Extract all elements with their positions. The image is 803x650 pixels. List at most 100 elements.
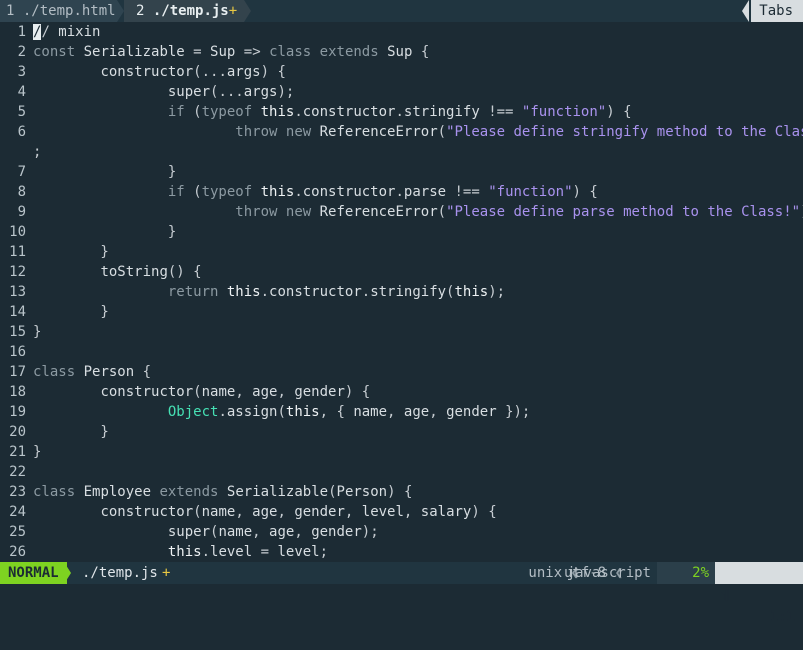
code-line[interactable]: 22 — [0, 462, 803, 482]
code-line[interactable]: 14 } — [0, 302, 803, 322]
code-line[interactable]: 9 throw new ReferenceError("Please defin… — [0, 202, 803, 222]
line-number: 10 — [9, 224, 26, 240]
code-text: } — [33, 324, 42, 340]
line-number: 15 — [9, 324, 26, 340]
editor-buffer[interactable]: 1 // mixin 2 const Serializable = Sup => cl… — [0, 22, 803, 562]
line-number: 12 — [9, 264, 26, 280]
code-line[interactable]: ; — [0, 142, 803, 162]
statusline: NORMAL ./temp.js + unix ❮ utf-8 ❮ javasc… — [0, 562, 803, 625]
code-text: if (typeof this.constructor.stringify !=… — [167, 104, 632, 120]
cursor-position: 1:1 — [769, 609, 795, 625]
tabs-label-separator — [742, 0, 749, 22]
code-text: } — [33, 224, 177, 240]
line-number: 13 — [9, 284, 26, 300]
code-text: // mixin — [33, 24, 101, 40]
line-number: 5 — [17, 104, 26, 120]
mode-separator — [64, 562, 71, 584]
code-text: class Person { — [33, 364, 152, 380]
line-number: 3 — [17, 64, 26, 80]
status-percent: 2% — [657, 562, 715, 584]
tabs-label: Tabs — [751, 0, 803, 22]
code-line[interactable]: 12 toString() { — [0, 262, 803, 282]
tab-temp-html[interactable]: 1 ./temp.html — [0, 0, 117, 22]
tab-filename: ./temp.js — [152, 3, 229, 19]
line-number: 22 — [9, 464, 26, 480]
code-text: toString() { — [100, 264, 202, 280]
status-position-box: ¶ 1:1 — [715, 562, 803, 625]
code-text: throw new ReferenceError("Please define … — [235, 204, 803, 220]
code-text: } — [33, 444, 42, 460]
code-line[interactable]: 6 throw new ReferenceError("Please defin… — [0, 122, 803, 142]
line-number: 1 — [17, 24, 26, 40]
line-number: 26 — [9, 544, 26, 560]
code-line[interactable]: 23 class Employee extends Serializable(Pe… — [0, 482, 803, 502]
code-line[interactable]: 2 const Serializable = Sup => class exten… — [0, 42, 803, 62]
code-line[interactable]: 17 class Person { — [0, 362, 803, 382]
code-line[interactable]: 10 } — [0, 222, 803, 242]
status-modified-indicator: + — [162, 565, 171, 581]
code-line[interactable]: 15} — [0, 322, 803, 342]
code-text: super(...args); — [167, 84, 295, 100]
code-text: super(name, age, gender); — [167, 524, 379, 540]
line-number: 4 — [17, 84, 26, 100]
code-text: ; — [33, 144, 42, 160]
code-line[interactable]: 3 constructor(...args) { — [0, 62, 803, 82]
line-number: 20 — [9, 424, 26, 440]
line-number: 17 — [9, 364, 26, 380]
status-filename: ./temp.js — [82, 565, 158, 581]
mode-indicator: NORMAL — [0, 562, 67, 584]
code-line[interactable]: 21} — [0, 442, 803, 462]
line-number: 9 — [17, 204, 26, 220]
code-line[interactable]: 11 } — [0, 242, 803, 262]
text-cursor: / — [33, 24, 42, 40]
line-number: 14 — [9, 304, 26, 320]
fileformat-label: unix — [528, 565, 563, 581]
line-number: 24 — [9, 504, 26, 520]
tab-separator — [117, 0, 124, 22]
line-number: 21 — [9, 444, 26, 460]
code-text: } — [33, 164, 177, 180]
code-line[interactable]: 13 return this.constructor.stringify(thi… — [0, 282, 803, 302]
code-text: } — [33, 424, 109, 440]
code-line[interactable]: 24 constructor(name, age, gender, level,… — [0, 502, 803, 522]
tab-filename: ./temp.html — [22, 3, 116, 19]
code-line[interactable]: 25 super(name, age, gender); — [0, 522, 803, 542]
code-line[interactable]: 4 super(...args); — [0, 82, 803, 102]
code-line[interactable]: 8 if (typeof this.constructor.parse !== … — [0, 182, 803, 202]
tab-number: 2 — [136, 3, 145, 19]
code-text: constructor(...args) { — [100, 64, 286, 80]
line-number-icon: ¶ — [721, 587, 730, 603]
tab-number: 1 — [6, 3, 15, 19]
line-number: 18 — [9, 384, 26, 400]
line-number: 19 — [9, 404, 26, 420]
line-number: 6 — [17, 124, 26, 140]
code-line[interactable]: 19 Object.assign(this, { name, age, gend… — [0, 402, 803, 422]
line-number: 7 — [17, 164, 26, 180]
tab-temp-js[interactable]: 2 ./temp.js+ — [124, 0, 244, 22]
code-text: constructor(name, age, gender) { — [100, 384, 371, 400]
code-text: } — [33, 244, 109, 260]
code-text: this.level = level; — [167, 544, 329, 560]
code-line[interactable]: 20 } — [0, 422, 803, 442]
code-text: const Serializable = Sup => class extend… — [33, 44, 430, 60]
code-text: throw new ReferenceError("Please define … — [235, 124, 803, 140]
line-number: 16 — [9, 344, 26, 360]
code-text: } — [33, 304, 109, 320]
code-line[interactable]: 5 if (typeof this.constructor.stringify … — [0, 102, 803, 122]
code-line[interactable]: 7 } — [0, 162, 803, 182]
code-text: constructor(name, age, gender, level, sa… — [100, 504, 497, 520]
code-line[interactable]: 16 — [0, 342, 803, 362]
line-number: 8 — [17, 184, 26, 200]
line-number: 25 — [9, 524, 26, 540]
line-number: 2 — [17, 44, 26, 60]
code-text: Object.assign(this, { name, age, gender … — [167, 404, 531, 420]
tabline: 1 ./temp.html 2 ./temp.js+ Tabs — [0, 0, 803, 22]
code-line[interactable]: 26 this.level = level; — [0, 542, 803, 562]
tab-separator — [244, 0, 251, 22]
code-line[interactable]: 1 // mixin — [0, 22, 803, 42]
code-text: return this.constructor.stringify(this); — [167, 284, 506, 300]
code-line[interactable]: 18 constructor(name, age, gender) { — [0, 382, 803, 402]
code-text: class Employee extends Serializable(Pers… — [33, 484, 413, 500]
line-number: 11 — [9, 244, 26, 260]
code-text: if (typeof this.constructor.parse !== "f… — [167, 184, 598, 200]
